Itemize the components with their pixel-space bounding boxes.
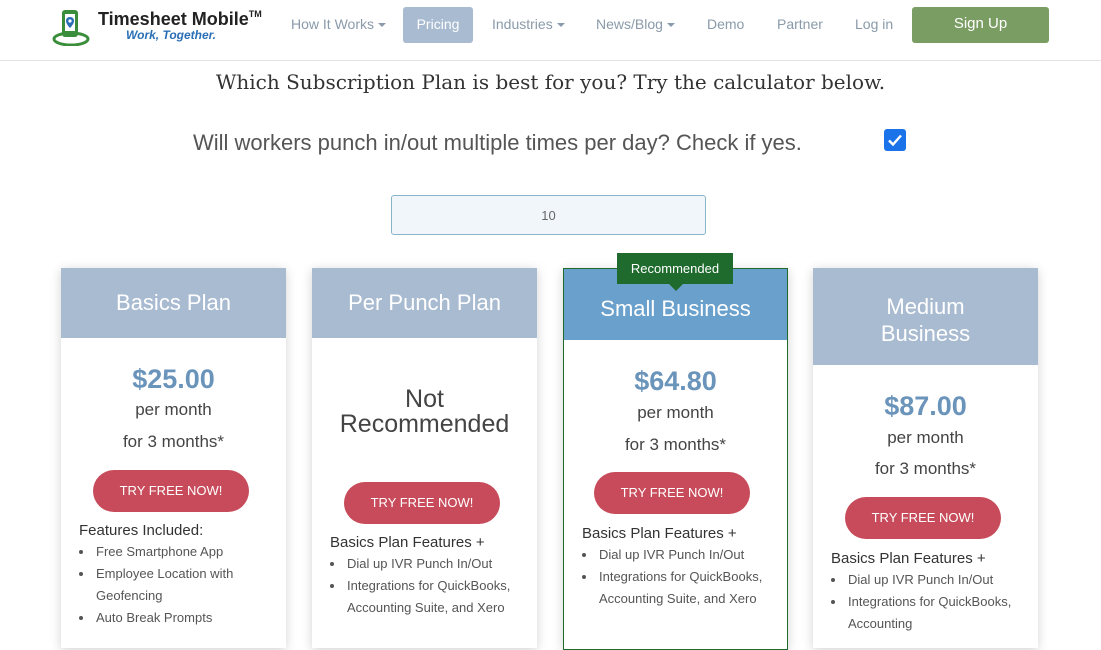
plan-name: Basics Plan (61, 268, 286, 338)
plan-term: for 3 months* (624, 435, 727, 454)
top-navbar: Timesheet MobileTM Work, Together. How I… (0, 0, 1101, 61)
nav-demo-label: Demo (707, 16, 745, 32)
feature-item: Dial up IVR Punch In/Out (330, 553, 520, 575)
logo-tm: TM (248, 9, 262, 19)
chevron-down-icon (556, 23, 565, 28)
nav-pricing[interactable]: Pricing (403, 7, 473, 43)
multiple-punch-question: Will workers punch in/out multiple times… (193, 130, 802, 155)
feature-list: Dial up IVR Punch In/Out Integrations fo… (582, 544, 772, 610)
try-free-button[interactable]: TRY FREE NOW! (344, 482, 500, 524)
feature-item: Integrations for QuickBooks, Accounting … (330, 575, 520, 619)
nav-demo[interactable]: Demo (707, 7, 744, 43)
feature-item: Employee Location with Geofencing (79, 563, 269, 607)
logo[interactable]: Timesheet MobileTM Work, Together. (52, 6, 272, 48)
logo-title: Timesheet MobileTM (98, 9, 262, 30)
logo-tagline: Work, Together. (126, 28, 217, 42)
signup-button[interactable]: Sign Up (912, 7, 1049, 43)
feature-item: Free Smartphone App (79, 541, 269, 563)
nav-pricing-label: Pricing (416, 16, 460, 32)
worker-count-input[interactable] (391, 195, 706, 235)
nav-partner[interactable]: Partner (777, 7, 823, 43)
nav-login[interactable]: Log in (855, 7, 893, 43)
features-title: Basics Plan Features + (330, 534, 485, 551)
recommended-badge: Recommended (617, 253, 733, 284)
logo-title-text: Timesheet Mobile (98, 9, 249, 29)
plan-card-small-business: Small Business $64.80 per month for 3 mo… (563, 268, 788, 650)
recommended-badge-arrow (669, 284, 683, 291)
feature-item: Dial up IVR Punch In/Out (582, 544, 772, 566)
plan-card-per-punch: Per Punch Plan Not Recommended TRY FREE … (312, 268, 537, 648)
try-free-button[interactable]: TRY FREE NOW! (93, 470, 249, 512)
chevron-down-icon (377, 23, 386, 28)
plan-per-month: per month (135, 400, 212, 419)
plan-per-month: per month (887, 428, 964, 447)
plan-card-medium-business: Medium Business $87.00 per month for 3 m… (813, 268, 1038, 648)
logo-phone-icon (52, 10, 90, 46)
features-title: Features Included: (79, 522, 204, 539)
plan-price: $64.80 (634, 366, 717, 396)
feature-list: Dial up IVR Punch In/Out Integrations fo… (831, 569, 1021, 635)
nav-login-label: Log in (855, 16, 894, 32)
plan-per-month: per month (637, 403, 714, 422)
plan-card-basics: Basics Plan $25.00 per month for 3 month… (61, 268, 286, 648)
feature-list: Dial up IVR Punch In/Out Integrations fo… (330, 553, 520, 619)
multiple-punch-checkbox[interactable] (884, 129, 906, 151)
checkmark-icon (888, 134, 902, 147)
features-title: Basics Plan Features + (831, 550, 986, 567)
features-title: Basics Plan Features + (582, 525, 737, 542)
feature-item: Integrations for QuickBooks, Accounting (831, 591, 1021, 635)
nav-partner-label: Partner (777, 16, 823, 32)
try-free-button[interactable]: TRY FREE NOW! (594, 472, 750, 514)
feature-item: Dial up IVR Punch In/Out (831, 569, 1021, 591)
chevron-down-icon (666, 23, 675, 28)
nav-news-blog-label: News/Blog (596, 16, 663, 32)
calculator-heading: Which Subscription Plan is best for you?… (215, 70, 886, 94)
plan-name: Medium Business (813, 268, 1038, 365)
plan-price: $25.00 (132, 364, 215, 394)
nav-industries[interactable]: Industries (492, 7, 565, 43)
feature-list: Free Smartphone App Employee Location wi… (79, 541, 269, 629)
feature-item: Auto Break Prompts (79, 607, 269, 629)
nav-how-it-works-label: How It Works (291, 16, 374, 32)
try-free-button[interactable]: TRY FREE NOW! (845, 497, 1001, 539)
not-recommended-text: Not Recommended (339, 385, 510, 438)
nav-how-it-works[interactable]: How It Works (291, 7, 386, 43)
plan-term: for 3 months* (122, 432, 225, 451)
nav-industries-label: Industries (492, 16, 553, 32)
plan-name: Per Punch Plan (312, 268, 537, 338)
plan-term: for 3 months* (874, 459, 977, 478)
feature-item: Integrations for QuickBooks, Accounting … (582, 566, 772, 610)
plan-price: $87.00 (884, 391, 967, 421)
nav-news-blog[interactable]: News/Blog (596, 7, 675, 43)
